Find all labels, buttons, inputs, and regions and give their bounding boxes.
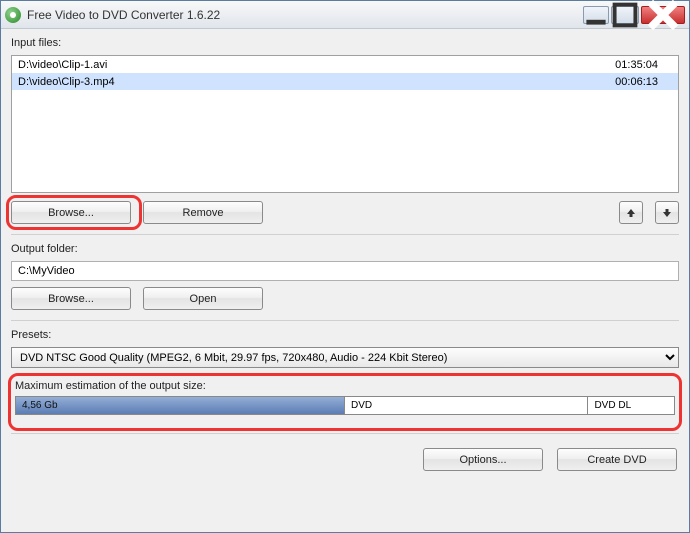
file-duration: 01:35:04 (572, 59, 672, 71)
divider (11, 234, 679, 235)
maximize-icon (612, 2, 638, 28)
browse-input-button[interactable]: Browse... (11, 201, 131, 224)
estimation-dvddl-mark: DVD DL (588, 397, 674, 414)
output-folder-field[interactable]: C:\MyVideo (11, 261, 679, 281)
minimize-icon (584, 3, 608, 27)
file-duration: 00:06:13 (572, 76, 672, 88)
output-buttons-row: Browse... Open (11, 287, 679, 310)
estimation-label: Maximum estimation of the output size: (15, 380, 675, 392)
presets-label: Presets: (11, 329, 679, 341)
window-controls (583, 6, 685, 24)
content-area: Input files: D:\video\Clip-1.avi 01:35:0… (1, 29, 689, 532)
list-item[interactable]: D:\video\Clip-1.avi 01:35:04 (12, 56, 678, 73)
create-dvd-button[interactable]: Create DVD (557, 448, 677, 471)
remove-button[interactable]: Remove (143, 201, 263, 224)
arrow-up-icon (626, 208, 636, 218)
arrow-down-icon (662, 208, 672, 218)
estimation-section: Maximum estimation of the output size: 4… (11, 374, 679, 423)
input-files-label: Input files: (11, 37, 679, 49)
options-button[interactable]: Options... (423, 448, 543, 471)
estimation-dvd-mark: DVD (345, 397, 588, 414)
output-folder-path: C:\MyVideo (18, 265, 75, 277)
move-down-button[interactable] (655, 201, 679, 224)
close-button[interactable] (641, 6, 685, 24)
footer-buttons: Options... Create DVD (11, 442, 679, 471)
window-title: Free Video to DVD Converter 1.6.22 (27, 8, 583, 22)
app-window: Free Video to DVD Converter 1.6.22 Input… (0, 0, 690, 533)
presets-dropdown[interactable]: DVD NTSC Good Quality (MPEG2, 6 Mbit, 29… (11, 347, 679, 368)
output-folder-label: Output folder: (11, 243, 679, 255)
open-output-button[interactable]: Open (143, 287, 263, 310)
file-path: D:\video\Clip-1.avi (18, 59, 572, 71)
estimation-size-segment: 4,56 Gb (16, 397, 345, 414)
browse-output-button[interactable]: Browse... (11, 287, 131, 310)
app-icon (5, 7, 21, 23)
input-buttons-row: Browse... Remove (11, 201, 679, 224)
move-up-button[interactable] (619, 201, 643, 224)
file-path: D:\video\Clip-3.mp4 (18, 76, 572, 88)
divider (11, 433, 679, 434)
input-files-list[interactable]: D:\video\Clip-1.avi 01:35:04 D:\video\Cl… (11, 55, 679, 193)
list-item[interactable]: D:\video\Clip-3.mp4 00:06:13 (12, 73, 678, 90)
maximize-button[interactable] (611, 6, 639, 24)
titlebar[interactable]: Free Video to DVD Converter 1.6.22 (1, 1, 689, 29)
size-estimation-bar: 4,56 Gb DVD DVD DL (15, 396, 675, 415)
minimize-button[interactable] (583, 6, 609, 24)
divider (11, 320, 679, 321)
